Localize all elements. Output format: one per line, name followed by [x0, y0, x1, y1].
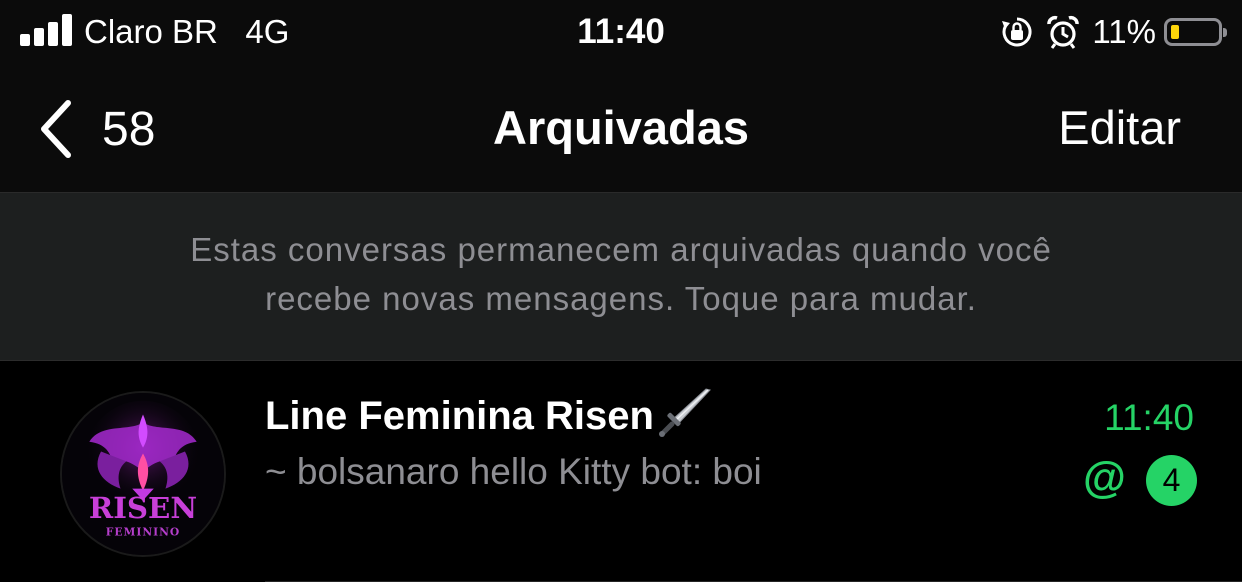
- chat-name-text: Line Feminina Risen: [265, 394, 654, 438]
- navigation-bar: 58 Arquivadas Editar: [0, 66, 1242, 193]
- chat-preview: ~ bolsanaro hello Kitty bot: boi: [265, 449, 762, 495]
- battery-percent: 11%: [1092, 13, 1156, 50]
- dagger-icon: [658, 388, 711, 437]
- unread-badge: 4: [1146, 455, 1197, 506]
- avatar-logo-subtext: FEMININO: [106, 525, 180, 538]
- preview-prefix: ~: [265, 451, 287, 492]
- avatar[interactable]: RISEN FEMININO: [60, 391, 226, 557]
- page-title: Arquivadas: [493, 101, 749, 154]
- battery-cap: [1223, 28, 1227, 37]
- risen-logo: RISEN FEMININO: [62, 393, 224, 555]
- banner-line-2: recebe novas mensagens. Toque para mudar…: [265, 280, 977, 317]
- rotation-lock-icon: [1002, 17, 1032, 47]
- archive-settings-banner[interactable]: Estas conversas permanecem arquivadas qu…: [0, 193, 1242, 361]
- battery-icon: [1164, 18, 1227, 46]
- preview-sender: bolsanaro hello Kitty bot: [296, 451, 692, 492]
- alarm-icon: [1047, 15, 1080, 49]
- banner-line-1: Estas conversas permanecem arquivadas qu…: [190, 231, 1052, 268]
- mention-icon: @: [1083, 453, 1126, 502]
- banner-text: Estas conversas permanecem arquivadas qu…: [120, 225, 1122, 323]
- edit-button[interactable]: Editar: [1058, 100, 1181, 156]
- chat-time: 11:40: [1104, 397, 1194, 438]
- status-right: 11%: [1000, 12, 1227, 52]
- avatar-logo-text: RISEN: [89, 491, 197, 525]
- preview-message: : boi: [691, 451, 762, 492]
- status-bar: Claro BR 4G 11:40 11%: [0, 0, 1242, 66]
- battery-level: [1171, 25, 1179, 39]
- chat-name: Line Feminina Risen: [265, 388, 714, 439]
- chat-list-item[interactable]: RISEN FEMININO Line Feminina Risen ~ bol…: [0, 361, 1242, 582]
